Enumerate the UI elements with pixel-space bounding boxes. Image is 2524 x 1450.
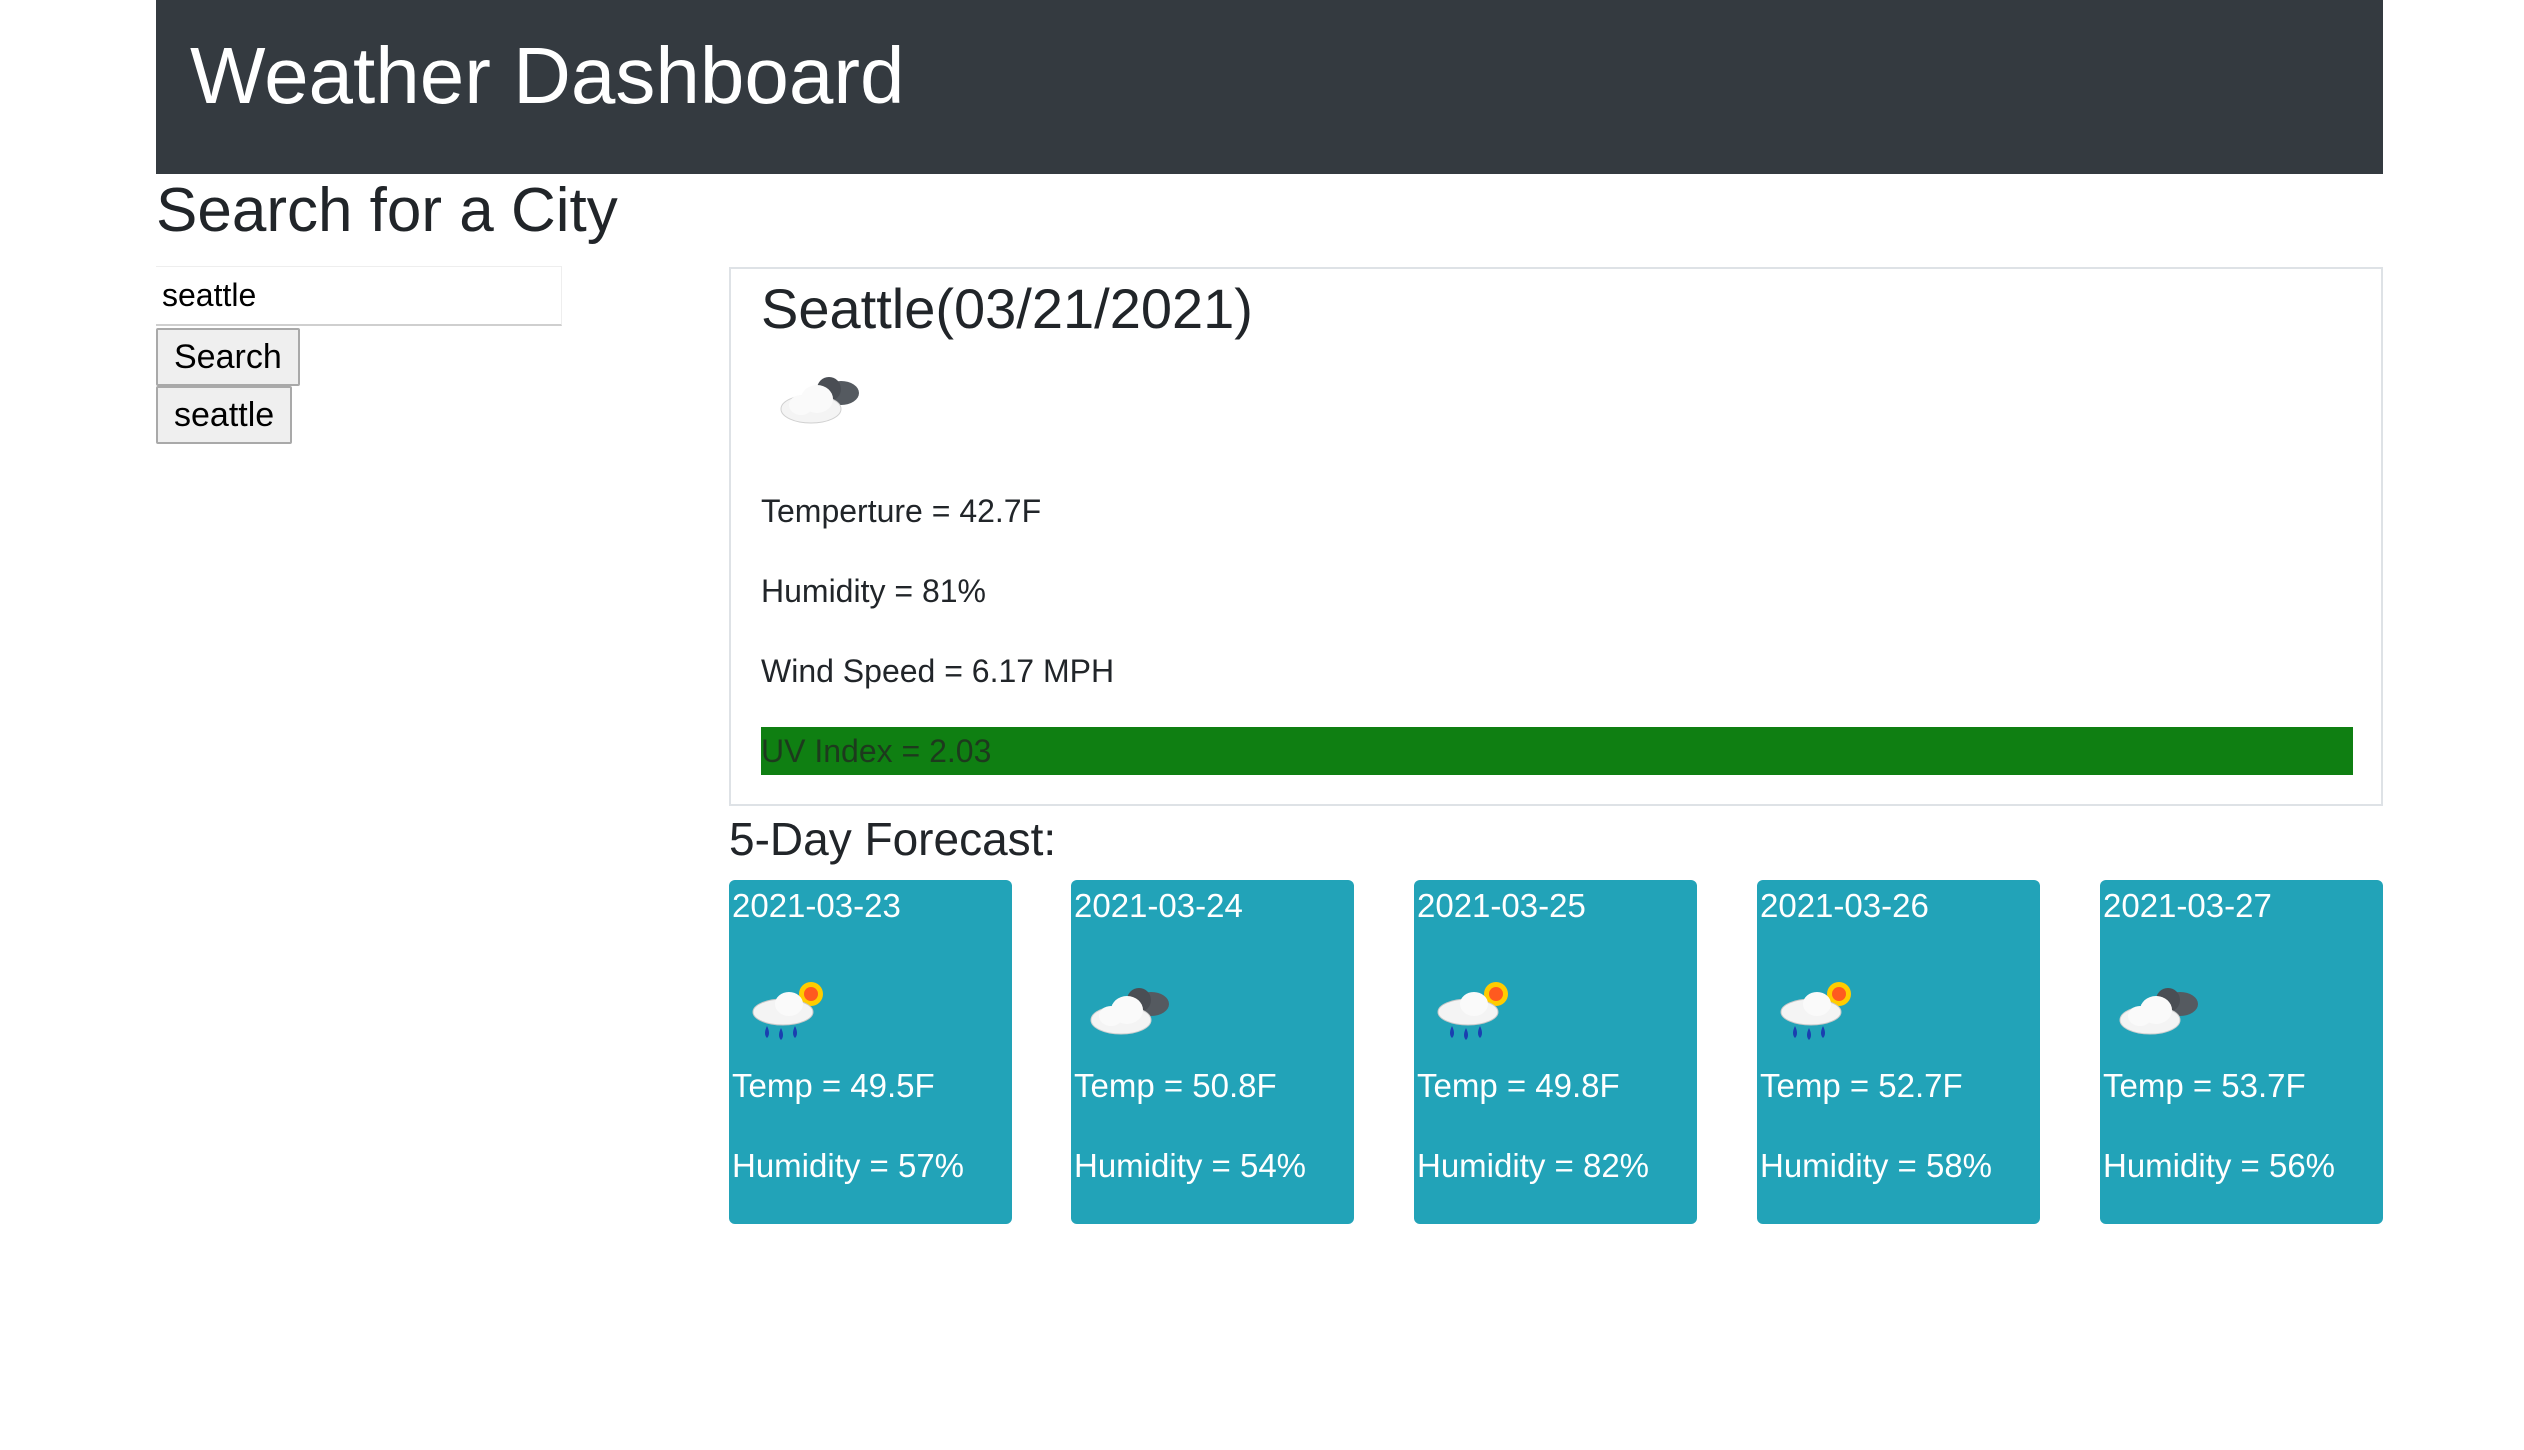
current-humidity: Humidity = 81% xyxy=(761,573,986,609)
current-weather-panel: Seattle(03/21/2021) Temperture = 42.7F H… xyxy=(729,267,2383,806)
search-section-title: Search for a City xyxy=(156,176,618,245)
forecast-title: 5-Day Forecast: xyxy=(729,813,1057,865)
search-button[interactable]: Search xyxy=(156,328,300,386)
forecast-temp: Temp = 53.7F xyxy=(2103,1067,2306,1104)
forecast-humidity: Humidity = 82% xyxy=(1417,1147,1650,1184)
forecast-temp: Temp = 50.8F xyxy=(1074,1067,1277,1104)
forecast-card: 2021-03-23 Temp = 49.5F Humidity = 57% xyxy=(729,880,1012,1224)
forecast-date: 2021-03-26 xyxy=(1760,887,1929,924)
current-temperature: Temperture = 42.7F xyxy=(761,493,1042,529)
forecast-humidity: Humidity = 57% xyxy=(732,1147,965,1184)
forecast-temp: Temp = 49.5F xyxy=(732,1067,935,1104)
forecast-date: 2021-03-27 xyxy=(2103,887,2272,924)
current-wind-speed: Wind Speed = 6.17 MPH xyxy=(761,653,1115,689)
cloudy-icon xyxy=(2119,988,2198,1035)
current-city-heading: Seattle(03/21/2021) xyxy=(761,277,1253,340)
cloudy-icon xyxy=(1090,988,1169,1035)
rain-sun-icon xyxy=(1437,982,1508,1040)
history-city-button[interactable]: seattle xyxy=(156,386,293,444)
forecast-temp: Temp = 49.8F xyxy=(1417,1067,1620,1104)
forecast-temp: Temp = 52.7F xyxy=(1760,1067,1963,1104)
rain-sun-icon xyxy=(1780,982,1851,1040)
forecast-date: 2021-03-25 xyxy=(1417,887,1586,924)
page: Weather Dashboard Search for a City Sear… xyxy=(0,0,2524,1450)
forecast-date: 2021-03-23 xyxy=(732,887,901,924)
forecast-card: 2021-03-26 Temp = 52.7F Humidity = 58% xyxy=(1757,880,2040,1224)
forecast-humidity: Humidity = 58% xyxy=(1760,1147,1993,1184)
cloudy-icon xyxy=(780,377,859,424)
app-header: Weather Dashboard xyxy=(156,0,2383,174)
app-title: Weather Dashboard xyxy=(190,31,905,120)
uv-index-badge: UV Index = 2.03 xyxy=(761,727,2353,775)
forecast-humidity: Humidity = 56% xyxy=(2103,1147,2336,1184)
forecast-humidity: Humidity = 54% xyxy=(1074,1147,1307,1184)
rain-sun-icon xyxy=(752,982,823,1040)
forecast-card: 2021-03-24 Temp = 50.8F Humidity = 54% xyxy=(1071,880,1354,1224)
city-search-input[interactable] xyxy=(156,266,562,326)
forecast-date: 2021-03-24 xyxy=(1074,887,1243,924)
forecast-card: 2021-03-25 Temp = 49.8F Humidity = 82% xyxy=(1414,880,1697,1224)
forecast-card: 2021-03-27 Temp = 53.7F Humidity = 56% xyxy=(2100,880,2383,1224)
